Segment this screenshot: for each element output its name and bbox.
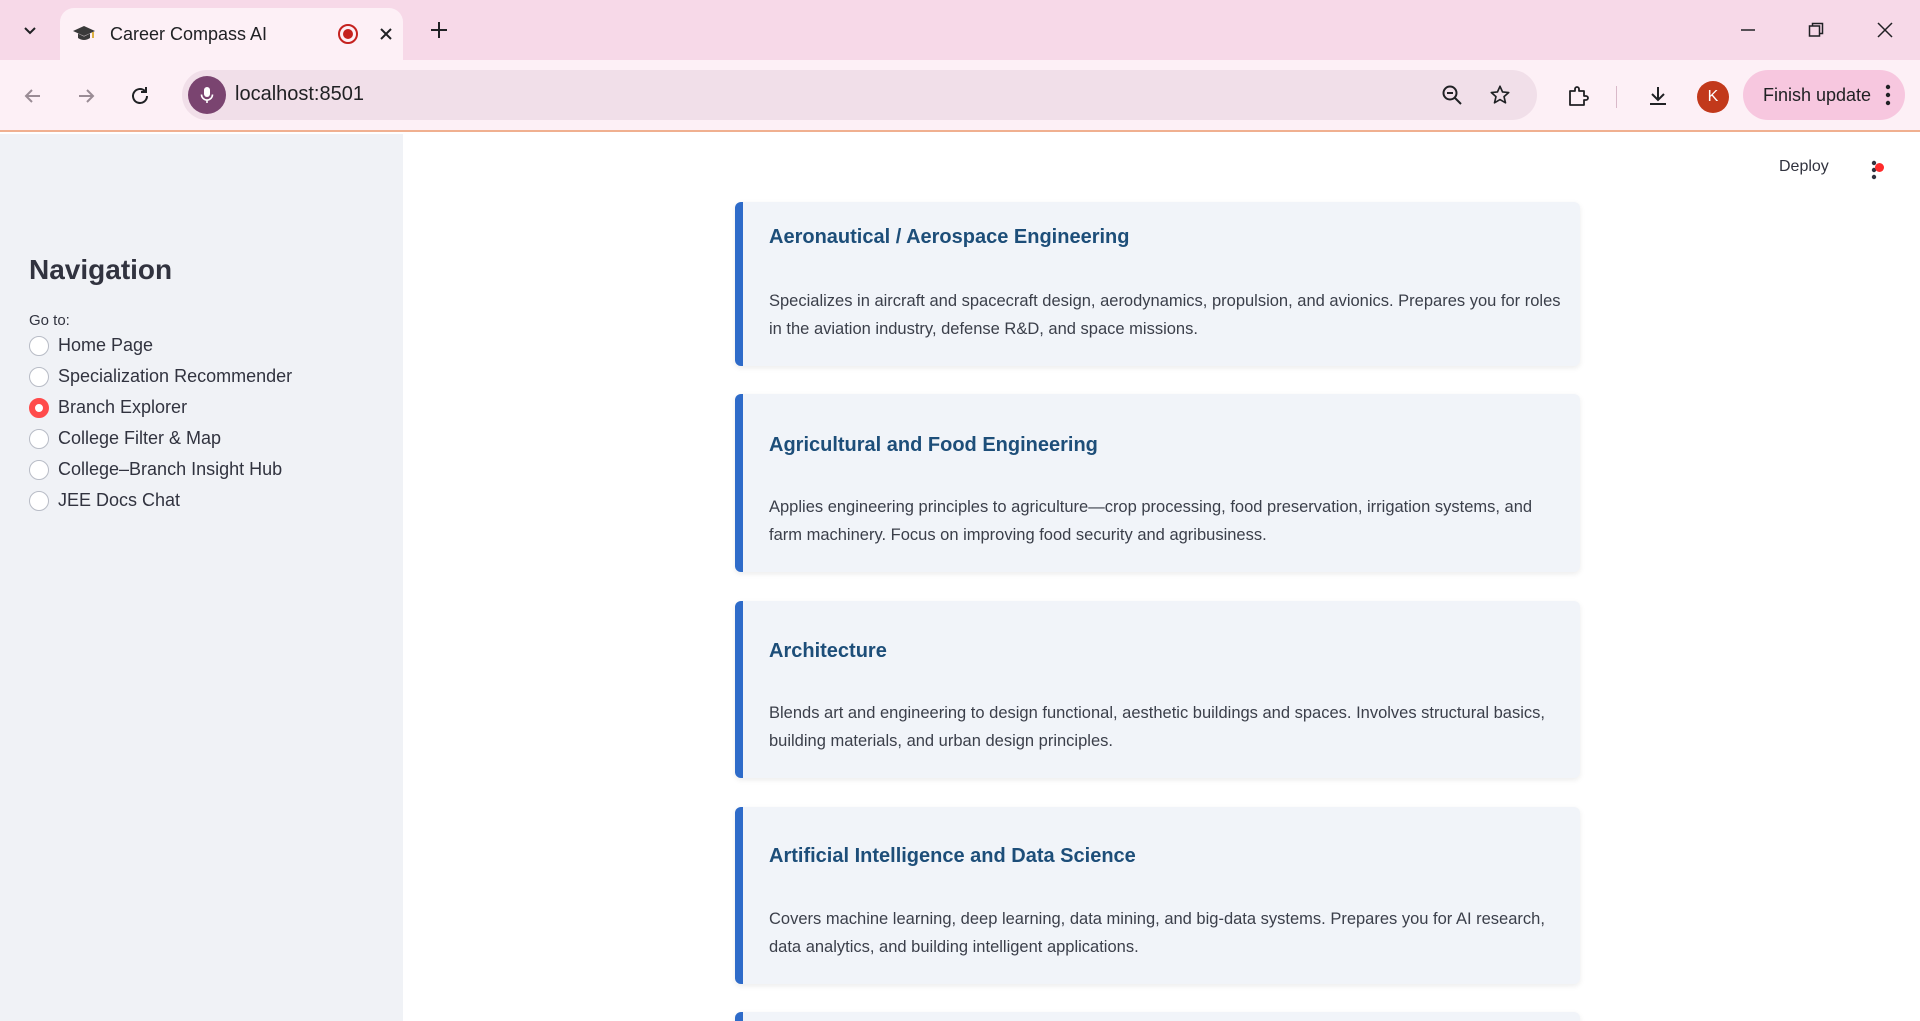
more-vert-icon [1885, 84, 1891, 106]
microphone-icon[interactable] [188, 76, 226, 114]
zoom-icon[interactable] [1437, 80, 1467, 110]
tab-close-icon[interactable] [374, 22, 398, 46]
recording-icon [336, 22, 360, 46]
forward-button[interactable] [66, 76, 106, 116]
reload-icon [132, 87, 148, 104]
close-window-button[interactable] [1855, 8, 1915, 52]
radio-label: Branch Explorer [58, 397, 188, 417]
branch-description: Applies engineering principles to agricu… [769, 498, 1533, 544]
deploy-button[interactable]: Deploy [1779, 158, 1829, 176]
radio-specialization-recommender[interactable]: Specialization Recommender [29, 361, 292, 392]
branch-title: Architecture [769, 640, 887, 662]
restore-icon [1808, 22, 1824, 37]
radio-label: JEE Docs Chat [58, 490, 181, 510]
radio-branch-explorer[interactable]: Branch Explorer [29, 392, 292, 423]
radio-group-label: Go to: [29, 312, 70, 329]
reload-button[interactable] [120, 76, 160, 116]
back-button[interactable] [13, 76, 53, 116]
browser-tab-active[interactable]: Career Compass AI [60, 8, 403, 60]
radio-college-filter-map[interactable]: College Filter & Map [29, 423, 292, 454]
branch-card: Aeronautical / Aerospace Engineering Spe… [735, 202, 1580, 366]
branch-description: Blends art and engineering to design fun… [769, 704, 1545, 750]
minimize-icon [1741, 29, 1755, 31]
radio-button[interactable] [29, 428, 49, 449]
finish-update-button[interactable]: Finish update [1743, 70, 1905, 120]
notification-dot [1875, 163, 1884, 172]
downloads-icon[interactable] [1638, 76, 1678, 116]
url-text[interactable]: localhost:8501 [235, 83, 364, 106]
radio-home-page[interactable]: Home Page [29, 330, 292, 361]
branch-card: Agricultural and Food Engineering Applie… [735, 394, 1580, 572]
profile-avatar[interactable]: K [1697, 81, 1729, 113]
minimize-button[interactable] [1718, 8, 1778, 52]
plus-icon [431, 22, 447, 38]
navigation-radio-group: Home Page Specialization Recommender Bra… [29, 330, 292, 516]
branch-title: Aeronautical / Aerospace Engineering [769, 226, 1130, 248]
browser-tab-bar: Career Compass AI [0, 0, 1920, 60]
new-tab-button[interactable] [422, 12, 456, 48]
tab-search-button[interactable] [10, 12, 50, 48]
radio-label: College–Branch Insight Hub [58, 459, 283, 479]
bookmark-star-icon[interactable] [1485, 80, 1515, 110]
radio-label: Specialization Recommender [58, 366, 293, 386]
finish-update-label: Finish update [1763, 84, 1872, 105]
address-bar[interactable]: localhost:8501 [182, 70, 1537, 120]
restore-button[interactable] [1786, 8, 1846, 52]
branch-title: Agricultural and Food Engineering [769, 434, 1098, 456]
toolbar-divider [1616, 86, 1617, 108]
branch-card: Artificial Intelligence and Data Science… [735, 807, 1580, 984]
chevron-down-icon [24, 27, 36, 35]
radio-button[interactable] [29, 490, 49, 511]
extensions-icon[interactable] [1558, 76, 1598, 116]
sidebar: Navigation Go to: Home Page Specializati… [0, 134, 403, 1021]
radio-college-branch-insight-hub[interactable]: College–Branch Insight Hub [29, 454, 292, 485]
radio-label: Home Page [58, 335, 154, 355]
browser-toolbar: localhost:8501 K Finish update [0, 60, 1920, 132]
branch-title: Artificial Intelligence and Data Science [769, 845, 1136, 867]
close-icon [1877, 22, 1893, 38]
branch-card: Architecture Blends art and engineering … [735, 601, 1580, 778]
branch-card-partial [735, 1012, 1580, 1021]
radio-button-selected[interactable] [29, 397, 49, 418]
arrow-right-icon [79, 89, 95, 103]
branch-description: Covers machine learning, deep learning, … [769, 910, 1545, 956]
arrow-left-icon [24, 89, 40, 103]
radio-button[interactable] [29, 335, 49, 356]
branch-description: Specializes in aircraft and spacecraft d… [769, 292, 1561, 338]
graduation-cap-icon [72, 22, 96, 46]
radio-button[interactable] [29, 459, 49, 480]
radio-label: College Filter & Map [58, 428, 222, 448]
radio-jee-docs-chat[interactable]: JEE Docs Chat [29, 485, 292, 516]
sidebar-title: Navigation [29, 254, 173, 285]
radio-button[interactable] [29, 366, 49, 387]
tab-title: Career Compass AI [110, 23, 268, 44]
